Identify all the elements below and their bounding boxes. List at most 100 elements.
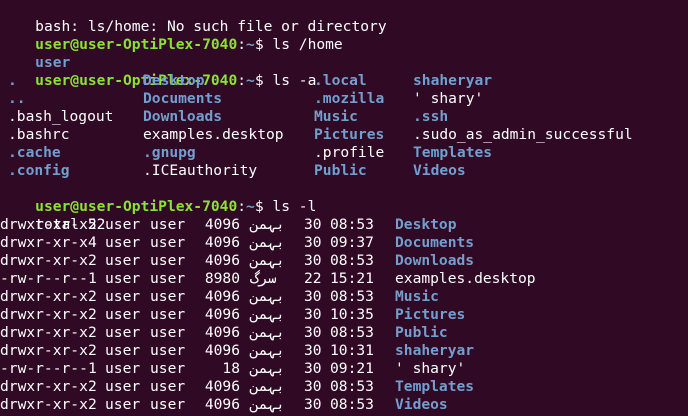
day: 30 [304,342,322,359]
month: بہمن [250,378,285,395]
owner: user [105,216,141,233]
group: user [150,396,186,413]
terminal-line-command: user@user-OptiPlex-7040:~$ ls -a [0,54,688,89]
link-count: 4 [88,234,97,251]
month: بہمن [250,360,285,377]
link-count: 2 [88,342,97,359]
directory-entry: Templates [413,144,493,161]
time: 08:53 [330,216,374,233]
link-count: 1 [88,360,97,377]
ls-l-row: -rw-r--r-- 1 user user 8980 سرگ 22 15:21 example… [0,270,688,288]
owner: user [105,378,141,395]
owner: user [105,270,141,287]
time: 09:21 [330,360,374,377]
permissions: drwxr-xr-x [0,288,88,305]
permissions: drwxr-xr-x [0,306,88,323]
file-entry: ' shary' [395,360,466,377]
owner: user [105,324,141,341]
link-count: 1 [88,270,97,287]
directory-entry: Desktop [143,72,205,89]
terminal-line-error: bash: ls/home: No such file or directory [0,0,688,35]
group: user [150,324,186,341]
month: بہمن [250,216,285,233]
directory-entry: Public [314,162,367,179]
month: بہمن [250,324,285,341]
file-entry: .bash_logout [8,108,114,125]
owner: user [105,360,141,377]
link-count: 2 [88,396,97,413]
directory-entry: Desktop [395,216,457,233]
owner: user [105,396,141,413]
link-count: 2 [88,216,97,233]
day: 30 [304,396,322,413]
directory-entry: Downloads [143,108,223,125]
file-size: 4096 [204,378,240,395]
directory-entry: .local [314,72,367,89]
directory-entry: .mozilla [314,90,385,107]
directory-entry: shaheryar [395,342,475,359]
permissions: drwxr-xr-x [0,396,88,413]
file-entry: .ICEauthority [143,162,258,179]
owner: user [105,306,141,323]
time: 10:35 [330,306,374,323]
time: 10:31 [330,342,374,359]
owner: user [105,342,141,359]
directory-entry: Videos [413,162,466,179]
ls-l-row: drwxr-xr-x 2 user user 4096 بہمن 30 08:53 Deskto… [0,216,688,234]
ls-l-row: -rw-r--r-- 1 user user 18 بہمن 30 09:21 ' shary' [0,360,688,378]
file-entry: .bashrc [8,126,70,143]
link-count: 2 [88,378,97,395]
time: 08:53 [330,324,374,341]
link-count: 2 [88,252,97,269]
directory-entry: Music [395,288,439,305]
month: بہمن [250,252,285,269]
day: 30 [304,234,322,251]
group: user [150,216,186,233]
terminal-line-total: total 52 [0,198,688,233]
file-size: 4096 [204,306,240,323]
month: سرگ [250,270,277,287]
directory-entry: .cache [8,144,61,161]
file-size: 4096 [204,234,240,251]
day: 30 [304,252,322,269]
ls-a-row: .bashrc examples.desktop Pictures .sudo_as_… [0,126,688,144]
ls-l-row: drwxr-xr-x 2 user user 4096 بہمن 30 08:53 Templa… [0,378,688,396]
month: بہمن [250,342,285,359]
terminal-window[interactable]: bash: ls/home: No such file or directory… [0,0,688,416]
file-entry: examples.desktop [143,126,284,143]
ls-l-row: drwxr-xr-x 2 user user 4096 بہمن 30 10:31 shaher… [0,342,688,360]
group: user [150,342,186,359]
group: user [150,288,186,305]
permissions: drwxr-xr-x [0,324,88,341]
permissions: drwxr-xr-x [0,234,88,251]
link-count: 2 [88,288,97,305]
ls-l-row: drwxr-xr-x 4 user user 4096 بہمن 30 09:37 Docume… [0,234,688,252]
file-entry: .sudo_as_admin_successful [413,126,633,143]
directory-entry: Pictures [395,306,466,323]
file-entry: examples.desktop [395,270,536,287]
directory-entry: Templates [395,378,475,395]
directory-entry: shaheryar [413,72,493,89]
ls-a-row: .bash_logout Downloads Music .ssh [0,108,688,126]
permissions: drwxr-xr-x [0,378,88,395]
day: 30 [304,324,322,341]
day: 22 [304,270,322,287]
directory-entry: .. [8,90,26,107]
directory-entry: .gnupg [143,144,196,161]
group: user [150,270,186,287]
file-entry: .profile [314,144,385,161]
day: 30 [304,216,322,233]
permissions: -rw-r--r-- [0,360,88,377]
directory-entry: . [8,72,17,89]
ls-l-row: drwxr-xr-x 2 user user 4096 بہمن 30 08:53 Public [0,324,688,342]
ls-l-row: drwxr-xr-x 2 user user 4096 بہمن 30 08:53 Videos [0,396,688,414]
day: 30 [304,306,322,323]
time: 08:53 [330,252,374,269]
terminal-line-command: user@user-OptiPlex-7040:~$ ls /home [0,18,688,53]
directory-entry: Public [395,324,448,341]
group: user [150,252,186,269]
permissions: drwxr-xr-x [0,216,88,233]
file-entry: ' shary' [413,90,484,107]
owner: user [105,252,141,269]
owner: user [105,288,141,305]
